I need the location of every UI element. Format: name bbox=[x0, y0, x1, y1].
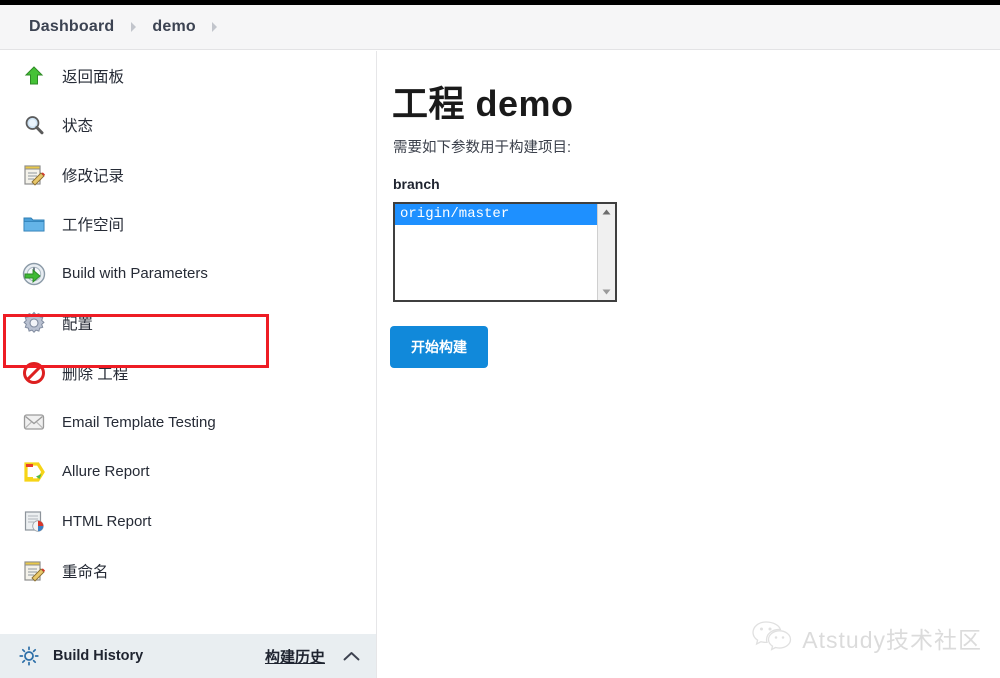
sidebar: 返回面板 状态 修改记录 工作空间 Build with Parameters … bbox=[0, 51, 377, 678]
start-build-button[interactable]: 开始构建 bbox=[390, 326, 488, 368]
sidebar-item-label: Build with Parameters bbox=[62, 265, 208, 283]
main-content: 工程 demo 需要如下参数用于构建项目: branch origin/mast… bbox=[378, 51, 1000, 678]
sidebar-item-label: 修改记录 bbox=[62, 167, 125, 185]
gear-icon bbox=[20, 309, 48, 337]
breadcrumb-item-dashboard[interactable]: Dashboard bbox=[29, 18, 114, 36]
sidebar-item-delete-project[interactable]: 删除 工程 bbox=[0, 348, 376, 398]
build-history-link[interactable]: 构建历史 bbox=[265, 646, 325, 667]
sidebar-item-back-to-dashboard[interactable]: 返回面板 bbox=[0, 51, 376, 101]
folder-icon bbox=[20, 210, 48, 238]
sidebar-item-status[interactable]: 状态 bbox=[0, 101, 376, 151]
branch-listbox[interactable]: origin/master bbox=[393, 202, 617, 302]
build-history-title: Build History bbox=[53, 648, 144, 664]
breadcrumb-item-demo[interactable]: demo bbox=[152, 18, 195, 36]
sidebar-item-label: Email Template Testing bbox=[62, 413, 216, 431]
sidebar-item-label: 返回面板 bbox=[62, 68, 125, 86]
build-history-actions: 构建历史 bbox=[265, 646, 360, 667]
listbox-scrollbar[interactable] bbox=[597, 204, 615, 300]
chevron-right-icon-2 bbox=[196, 22, 234, 32]
breadcrumb-bar: Dashboard demo bbox=[0, 5, 1000, 50]
sidebar-item-label: 重命名 bbox=[62, 563, 109, 581]
sidebar-item-label: 删除 工程 bbox=[62, 365, 129, 383]
sidebar-menu: 返回面板 状态 修改记录 工作空间 Build with Parameters … bbox=[0, 51, 376, 596]
triangle-up-icon[interactable] bbox=[598, 204, 615, 220]
sidebar-item-rename[interactable]: 重命名 bbox=[0, 546, 376, 596]
sidebar-item-label: 工作空间 bbox=[62, 217, 125, 235]
branch-option-list: origin/master bbox=[395, 204, 597, 300]
notepad-pencil-icon bbox=[20, 161, 48, 189]
sidebar-item-changes[interactable]: 修改记录 bbox=[0, 150, 376, 200]
delete-forbidden-icon bbox=[20, 359, 48, 387]
html-report-chart-icon bbox=[20, 507, 48, 535]
envelope-icon bbox=[20, 408, 48, 436]
up-arrow-icon bbox=[20, 62, 48, 90]
page-title: 工程 demo bbox=[392, 83, 574, 124]
sidebar-item-workspace[interactable]: 工作空间 bbox=[0, 200, 376, 250]
sidebar-item-label: HTML Report bbox=[62, 512, 152, 530]
sidebar-item-label: 状态 bbox=[62, 118, 94, 136]
notepad-pencil-icon-2 bbox=[20, 557, 48, 585]
build-history-bar[interactable]: Build History 构建历史 bbox=[0, 634, 376, 678]
sidebar-item-configure[interactable]: 配置 bbox=[0, 299, 376, 349]
sidebar-item-label: 配置 bbox=[62, 316, 94, 334]
sidebar-item-html-report[interactable]: HTML Report bbox=[0, 497, 376, 547]
parameter-label-branch: branch bbox=[393, 176, 440, 192]
build-history-sun-icon bbox=[18, 645, 40, 667]
triangle-down-icon[interactable] bbox=[598, 284, 615, 300]
sidebar-item-build-with-parameters[interactable]: Build with Parameters bbox=[0, 249, 376, 299]
branch-option-item[interactable]: origin/master bbox=[395, 204, 597, 225]
sidebar-item-label: Allure Report bbox=[62, 463, 150, 481]
chevron-up-icon[interactable] bbox=[343, 651, 360, 662]
magnifier-icon bbox=[20, 111, 48, 139]
chevron-right-icon bbox=[114, 22, 152, 32]
build-clock-icon bbox=[20, 260, 48, 288]
allure-icon bbox=[20, 458, 48, 486]
sidebar-item-allure-report[interactable]: Allure Report bbox=[0, 447, 376, 497]
sidebar-item-email-template-testing[interactable]: Email Template Testing bbox=[0, 398, 376, 448]
page-description: 需要如下参数用于构建项目: bbox=[393, 140, 572, 156]
